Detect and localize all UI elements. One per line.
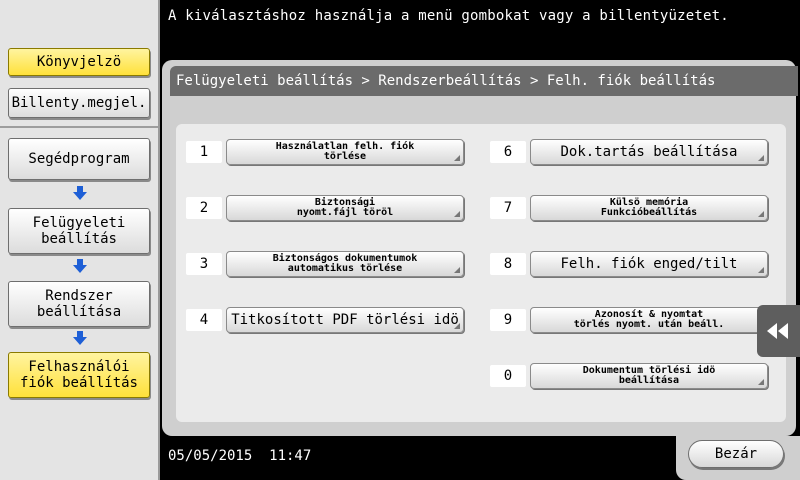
option-label: Azonosít & nyomtat törlés nyomt. után be…: [573, 309, 725, 330]
path-system-settings-button[interactable]: Rendszer beállítása: [8, 281, 150, 327]
option-auth-print-delete-button[interactable]: Azonosít & nyomtat törlés nyomt. után be…: [530, 307, 768, 333]
option-label: Külsö memória Funkcióbeállítás: [600, 197, 698, 218]
arrow-down-icon: [73, 331, 87, 345]
datetime: 05/05/2015 11:47: [168, 448, 312, 464]
option-label: Dokumentum törlési idö beállítása: [582, 365, 716, 386]
path-user-account-settings-button[interactable]: Felhasználói fiók beállítás: [8, 352, 150, 398]
keypad-button[interactable]: Billenty.megjel.: [8, 88, 150, 118]
option-number: 9: [490, 309, 526, 331]
option-label: Biztonsági nyomt.fájl töröl: [296, 197, 394, 218]
instruction-message: A kiválasztáshoz használja a menü gombok…: [168, 8, 729, 24]
option-label: Biztonságos dokumentumok automatikus tör…: [272, 253, 418, 274]
option-number: 8: [490, 253, 526, 275]
option-number: 0: [490, 365, 526, 387]
bookmark-button[interactable]: Könyvjelzö: [8, 48, 150, 76]
option-secure-doc-auto-delete-button[interactable]: Biztonságos dokumentumok automatikus tör…: [226, 251, 464, 277]
sidebar-divider: [0, 126, 158, 128]
option-number: 6: [490, 141, 526, 163]
option-label: Titkosított PDF törlési idö: [231, 312, 459, 328]
option-account-enable-disable-button[interactable]: Felh. fiók enged/tilt: [530, 251, 768, 277]
arrow-down-icon: [73, 259, 87, 273]
option-number: 3: [186, 253, 222, 275]
option-label: Dok.tartás beállítása: [560, 144, 738, 160]
option-number: 2: [186, 197, 222, 219]
option-number: 7: [490, 197, 526, 219]
option-doc-hold-settings-button[interactable]: Dok.tartás beállítása: [530, 139, 768, 165]
path-admin-settings-button[interactable]: Felügyeleti beállítás: [8, 208, 150, 254]
option-number: 4: [186, 309, 222, 331]
side-panel-toggle[interactable]: [757, 305, 800, 357]
path-utility-button[interactable]: Segédprogram: [8, 138, 150, 180]
arrow-down-icon: [73, 186, 87, 200]
option-label: Használatlan felh. fiók törlése: [275, 141, 415, 162]
option-external-memory-button[interactable]: Külsö memória Funkcióbeállítás: [530, 195, 768, 221]
option-doc-delete-time-button[interactable]: Dokumentum törlési idö beállítása: [530, 363, 768, 389]
option-secure-print-delete-button[interactable]: Biztonsági nyomt.fájl töröl: [226, 195, 464, 221]
option-encrypted-pdf-delete-time-button[interactable]: Titkosított PDF törlési idö: [226, 307, 464, 333]
breadcrumb: Felügyeleti beállítás > Rendszerbeállítá…: [170, 66, 798, 96]
close-button[interactable]: Bezár: [688, 440, 784, 468]
option-unused-account-delete-button[interactable]: Használatlan felh. fiók törlése: [226, 139, 464, 165]
option-label: Felh. fiók enged/tilt: [560, 256, 738, 272]
double-chevron-left-icon: [767, 323, 788, 339]
option-number: 1: [186, 141, 222, 163]
